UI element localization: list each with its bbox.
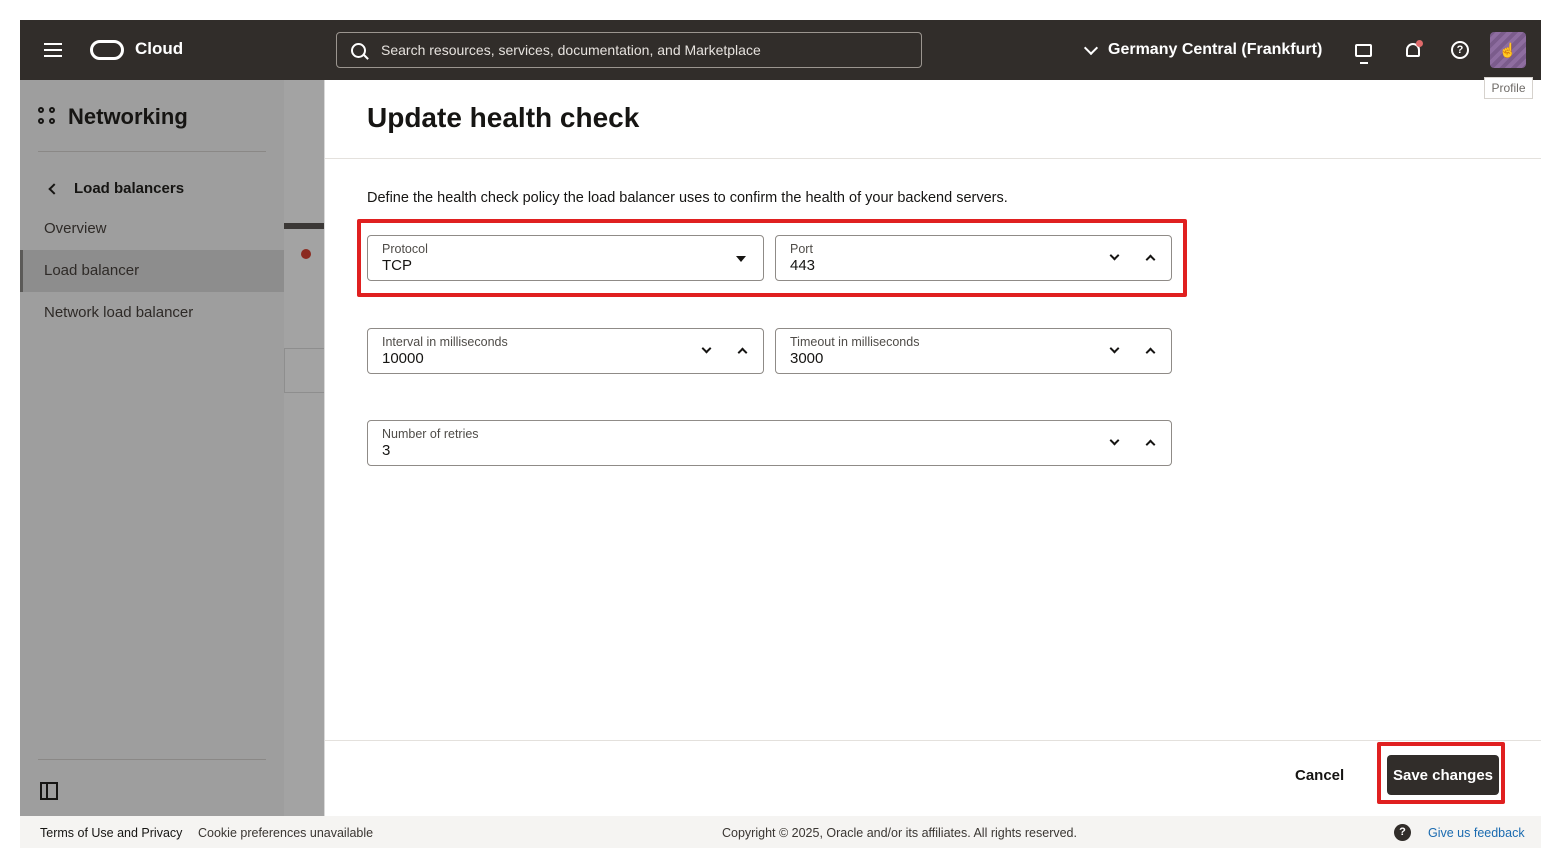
decrement-chevron-down-icon[interactable] xyxy=(1107,343,1121,357)
feedback-link[interactable]: Give us feedback xyxy=(1428,826,1525,840)
app-window: Cloud Germany Central (Frankfurt) ? ☝ Pr… xyxy=(20,20,1541,848)
increment-chevron-up-icon[interactable] xyxy=(1143,343,1157,357)
increment-chevron-up-icon[interactable] xyxy=(1143,435,1157,449)
protocol-port-highlight xyxy=(357,219,1187,297)
back-to-load-balancers[interactable]: Load balancers xyxy=(48,180,185,197)
bell-icon xyxy=(1406,40,1423,57)
background-panel xyxy=(284,348,324,393)
help-button[interactable]: ? xyxy=(1449,39,1471,61)
search-box[interactable] xyxy=(336,32,922,68)
retries-input[interactable]: Number of retries 3 xyxy=(367,420,1172,466)
drawer-divider xyxy=(325,158,1541,159)
drawer-title: Update health check xyxy=(367,102,640,133)
top-bar: Cloud Germany Central (Frankfurt) ? ☝ xyxy=(20,20,1541,80)
sidebar-item-load-balancer[interactable]: Load balancer xyxy=(20,250,284,292)
copyright-text: Copyright © 2025, Oracle and/or its affi… xyxy=(722,826,1077,840)
interval-value: 10000 xyxy=(382,350,424,367)
retries-value: 3 xyxy=(382,442,391,459)
cancel-button[interactable]: Cancel xyxy=(1295,764,1344,786)
interval-stepper xyxy=(699,343,749,357)
cloud-shell-button[interactable] xyxy=(1352,39,1374,64)
background-tab-bar xyxy=(284,223,324,229)
networking-icon xyxy=(38,107,58,127)
increment-chevron-up-icon[interactable] xyxy=(735,343,749,357)
pointer-cursor-icon: ☝ xyxy=(1499,41,1517,58)
drawer-footer-divider xyxy=(325,740,1541,741)
help-circle-icon[interactable]: ? xyxy=(1394,824,1411,841)
notifications-button[interactable] xyxy=(1402,39,1424,61)
decrement-chevron-down-icon[interactable] xyxy=(1107,435,1121,449)
search-input[interactable] xyxy=(381,33,911,67)
timeout-stepper xyxy=(1107,343,1157,357)
update-health-check-drawer: Update health check Define the health ch… xyxy=(324,80,1541,816)
timeout-label: Timeout in milliseconds xyxy=(790,335,920,349)
profile-avatar[interactable]: ☝ xyxy=(1490,32,1526,68)
collapse-sidebar-icon[interactable] xyxy=(40,782,58,800)
retries-stepper xyxy=(1107,435,1157,449)
background-page-overlay xyxy=(284,80,324,816)
profile-tooltip: Profile xyxy=(1484,77,1533,99)
timeout-input[interactable]: Timeout in milliseconds 3000 xyxy=(775,328,1172,374)
chevron-left-icon xyxy=(48,182,60,195)
sidebar-item-overview[interactable]: Overview xyxy=(20,208,284,250)
help-icon: ? xyxy=(1451,41,1469,59)
error-icon xyxy=(301,249,311,259)
interval-label: Interval in milliseconds xyxy=(382,335,508,349)
sidebar-title: Networking xyxy=(38,104,188,130)
menu-icon[interactable] xyxy=(42,40,64,60)
chevron-down-icon xyxy=(1083,40,1099,55)
search-icon xyxy=(351,43,366,58)
timeout-value: 3000 xyxy=(790,350,824,367)
page-footer: Terms of Use and Privacy Cookie preferen… xyxy=(20,816,1541,848)
interval-input[interactable]: Interval in milliseconds 10000 xyxy=(367,328,764,374)
sidebar-divider xyxy=(38,759,266,760)
region-label: Germany Central (Frankfurt) xyxy=(1108,41,1323,58)
monitor-icon xyxy=(1354,43,1372,64)
terms-link[interactable]: Terms of Use and Privacy xyxy=(40,826,182,840)
sidebar: Networking Load balancers Overview Load … xyxy=(20,80,284,816)
drawer-description: Define the health check policy the load … xyxy=(367,190,1008,206)
decrement-chevron-down-icon[interactable] xyxy=(699,343,713,357)
oracle-logo-icon[interactable] xyxy=(90,40,124,60)
sidebar-title-text: Networking xyxy=(68,104,188,129)
sidebar-divider xyxy=(38,151,266,152)
retries-label: Number of retries xyxy=(382,427,479,441)
back-label: Load balancers xyxy=(74,180,185,197)
sidebar-item-network-load-balancer[interactable]: Network load balancer xyxy=(20,292,284,334)
region-selector[interactable]: Germany Central (Frankfurt) xyxy=(1083,38,1323,62)
brand-label[interactable]: Cloud xyxy=(135,39,183,59)
notification-dot xyxy=(1416,40,1423,47)
save-changes-button[interactable]: Save changes xyxy=(1387,755,1499,795)
cookie-preferences-text: Cookie preferences unavailable xyxy=(198,826,374,840)
